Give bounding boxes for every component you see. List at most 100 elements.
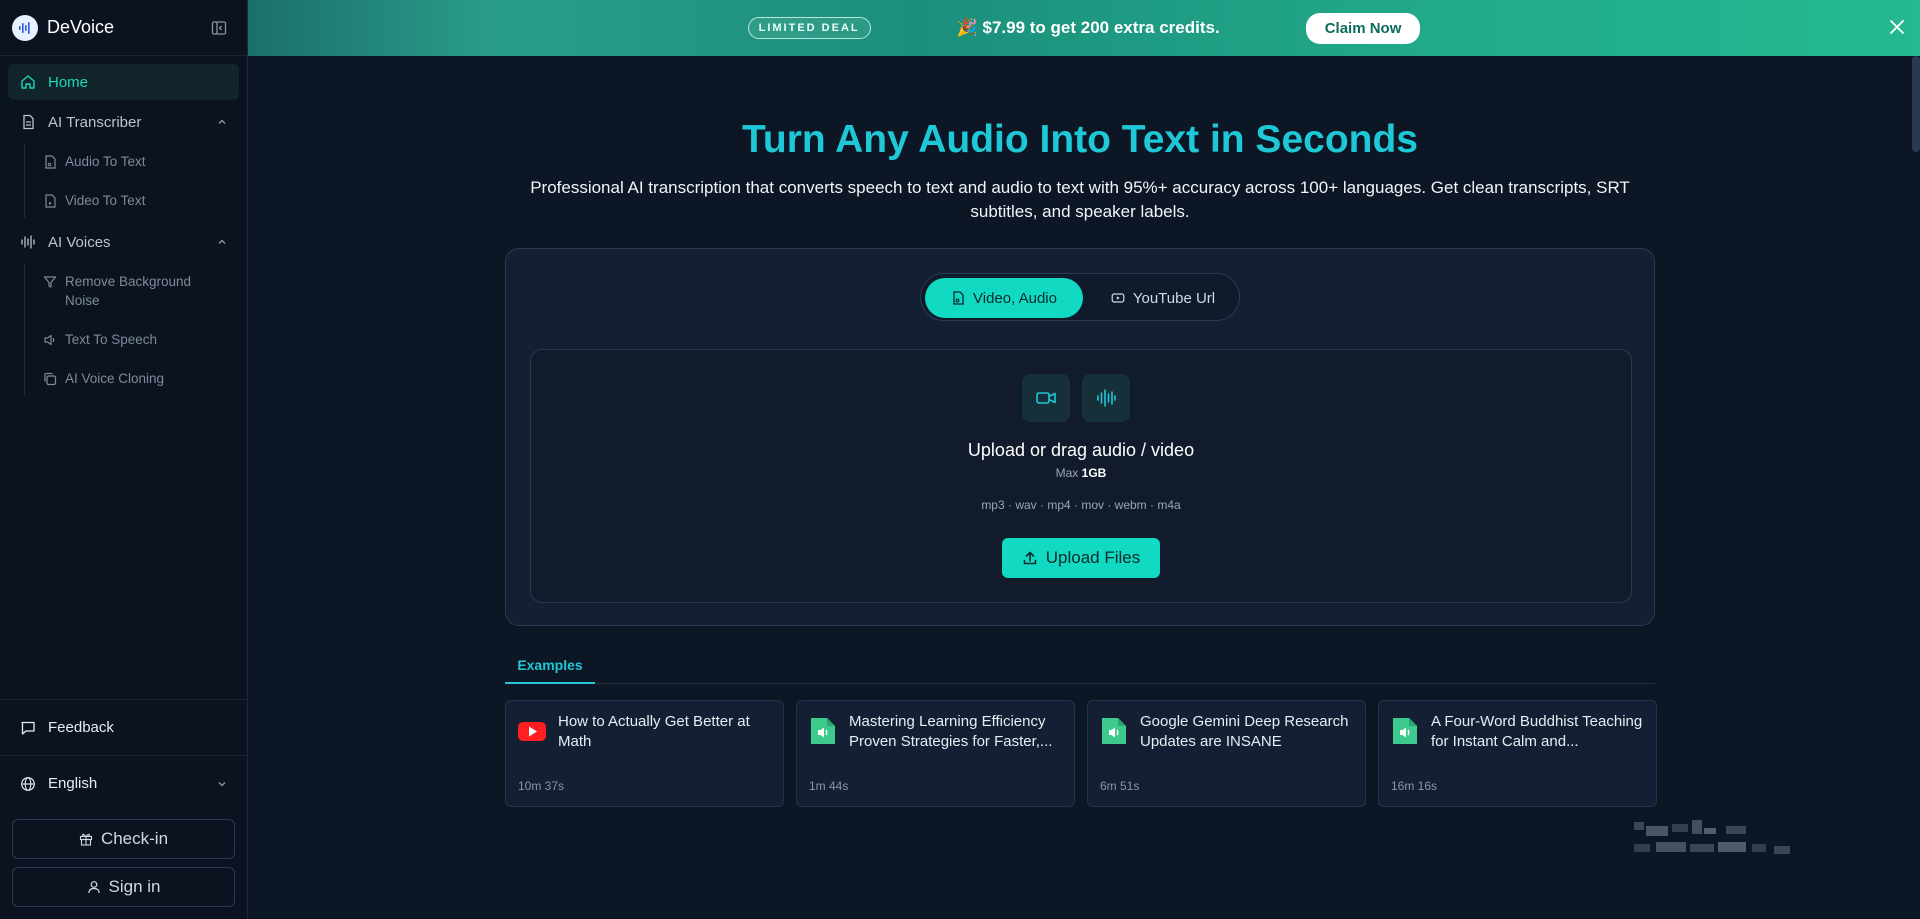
example-duration: 6m 51s <box>1100 779 1140 793</box>
tab-label: Video, Audio <box>973 289 1057 307</box>
audio-file-icon <box>45 155 56 169</box>
audio-waveform-icon <box>1082 374 1130 422</box>
max-size: Max 1GB <box>531 466 1631 480</box>
sidebar-item-ai-transcriber[interactable]: AI Transcriber <box>8 104 239 140</box>
example-duration: 1m 44s <box>809 779 849 793</box>
feedback-label: Feedback <box>48 719 114 736</box>
subnav-ai-voices: Remove Background Noise Text To Speech A… <box>24 264 239 396</box>
audio-file-icon <box>1393 718 1417 744</box>
max-size-value: 1GB <box>1081 466 1107 480</box>
sign-in-button[interactable]: Sign in <box>12 867 235 907</box>
chevron-down-icon <box>218 781 226 786</box>
example-card[interactable]: How to Actually Get Better at Math 10m 3… <box>505 700 784 807</box>
redacted-pixel <box>1634 822 1644 830</box>
sidebar-nav: Home AI Transcriber Audio To Text Video … <box>0 56 247 410</box>
example-card[interactable]: Google Gemini Deep Research Updates are … <box>1087 700 1366 807</box>
waveform-icon <box>21 235 35 249</box>
sidebar-item-label: Text To Speech <box>65 332 158 347</box>
tab-examples[interactable]: Examples <box>505 654 595 684</box>
collapse-sidebar-icon[interactable] <box>211 20 227 36</box>
video-camera-icon <box>1022 374 1070 422</box>
example-duration: 10m 37s <box>518 779 565 793</box>
upload-card: Video, Audio YouTube Url Upload or drag … <box>505 248 1655 626</box>
sidebar-item-home[interactable]: Home <box>8 64 239 100</box>
tab-label: YouTube Url <box>1132 289 1216 307</box>
sidebar-item-label: AI Voice Cloning <box>65 371 165 386</box>
upload-icon <box>1023 551 1037 565</box>
tab-video-audio[interactable]: Video, Audio <box>925 278 1083 318</box>
sidebar-item-audio-to-text[interactable]: Audio To Text <box>37 144 239 179</box>
example-duration: 16m 16s <box>1391 779 1438 793</box>
sidebar-item-label: Remove Background Noise <box>65 274 192 308</box>
limited-deal-badge: LIMITED DEAL <box>747 17 871 39</box>
audio-file-icon <box>811 718 835 744</box>
redacted-pixel <box>1656 842 1686 852</box>
sidebar-item-video-to-text[interactable]: Video To Text <box>37 183 239 218</box>
globe-icon <box>21 776 35 791</box>
upload-files-button[interactable]: Upload Files <box>1002 538 1160 578</box>
redacted-pixel <box>1752 844 1766 852</box>
sidebar-item-ai-voice-cloning[interactable]: AI Voice Cloning <box>37 361 239 396</box>
gift-icon <box>79 833 93 846</box>
audio-file-icon <box>953 291 964 305</box>
brand: DeVoice <box>0 0 247 56</box>
feedback-link[interactable]: Feedback <box>0 699 247 755</box>
main-content: Turn Any Audio Into Text in Seconds Prof… <box>248 56 1912 919</box>
tab-youtube-url[interactable]: YouTube Url <box>1089 278 1237 318</box>
upload-files-label: Upload Files <box>1045 548 1141 567</box>
sidebar-item-label: AI Transcriber <box>48 113 142 131</box>
sidebar-item-label: Video To Text <box>65 193 146 208</box>
redacted-area <box>1634 820 1804 860</box>
chevron-up-icon[interactable] <box>217 117 227 127</box>
dropzone-title: Upload or drag audio / video <box>967 440 1195 460</box>
sign-in-label: Sign in <box>108 877 161 896</box>
redacted-pixel <box>1634 844 1650 852</box>
sidebar-item-label: AI Voices <box>48 233 111 251</box>
check-in-label: Check-in <box>100 829 169 848</box>
claim-now-button[interactable]: Claim Now <box>1305 12 1421 44</box>
file-dropzone[interactable]: Upload or drag audio / video Max 1GB mp3… <box>530 349 1632 603</box>
redacted-pixel <box>1672 824 1688 832</box>
redacted-pixel <box>1718 842 1746 852</box>
sidebar-item-ai-voices[interactable]: AI Voices <box>8 224 239 260</box>
max-size-prefix: Max <box>1055 466 1079 480</box>
filter-icon <box>43 276 57 288</box>
audio-file-icon <box>1102 718 1126 744</box>
redacted-pixel <box>1704 828 1716 834</box>
sidebar-item-remove-background-noise[interactable]: Remove Background Noise <box>37 264 239 318</box>
page-subtitle: Professional AI transcription that conve… <box>530 178 1630 221</box>
home-icon <box>21 75 35 89</box>
copy-icon <box>44 372 57 386</box>
chevron-up-icon[interactable] <box>217 237 227 247</box>
message-icon <box>21 721 35 735</box>
scrollbar-thumb[interactable] <box>1912 56 1920 152</box>
close-icon[interactable] <box>1888 18 1906 36</box>
example-card[interactable]: Mastering Learning Efficiency Proven Str… <box>796 700 1075 807</box>
sidebar-item-label: Audio To Text <box>65 154 146 169</box>
document-icon <box>23 114 34 130</box>
language-selector[interactable]: English <box>0 755 247 811</box>
example-title: Google Gemini Deep Research Updates are … <box>1140 713 1349 750</box>
language-label: English <box>48 775 98 792</box>
supported-formats: mp3 · wav · mp4 · mov · webm · m4a <box>981 498 1181 512</box>
speaker-icon <box>44 334 55 346</box>
redacted-pixel <box>1646 826 1668 836</box>
redacted-pixel <box>1690 844 1714 852</box>
example-card[interactable]: A Four-Word Buddhist Teaching for Instan… <box>1378 700 1657 807</box>
sidebar-item-text-to-speech[interactable]: Text To Speech <box>37 322 239 357</box>
example-title: Mastering Learning Efficiency Proven Str… <box>849 713 1053 750</box>
promo-banner: LIMITED DEAL 🎉 $7.99 to get 200 extra cr… <box>248 0 1920 56</box>
devoice-logo-icon[interactable] <box>12 14 38 41</box>
subnav-ai-transcriber: Audio To Text Video To Text <box>24 144 239 218</box>
promo-text: 🎉 $7.99 to get 200 extra credits. <box>956 18 1220 37</box>
redacted-pixel <box>1774 846 1790 854</box>
redacted-pixel <box>1726 826 1746 834</box>
sidebar-bottom: Feedback English Check-in Sign in <box>0 699 247 919</box>
youtube-outline-icon <box>1111 293 1125 303</box>
user-icon <box>87 881 100 894</box>
example-title: A Four-Word Buddhist Teaching for Instan… <box>1431 713 1643 750</box>
check-in-button[interactable]: Check-in <box>12 819 235 859</box>
sidebar-item-label: Home <box>48 73 89 91</box>
sidebar: DeVoice Home AI Transcriber Audio To Tex… <box>0 0 248 919</box>
example-title: How to Actually Get Better at Math <box>558 713 750 750</box>
